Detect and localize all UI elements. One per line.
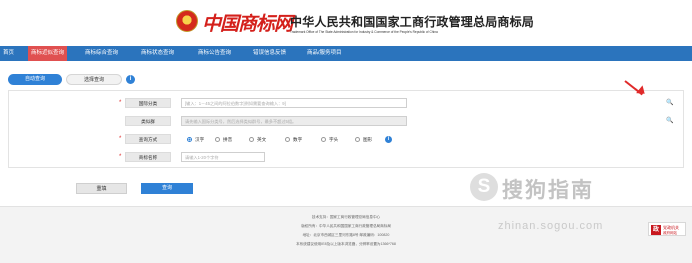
nav-item-home[interactable]: 首页 <box>0 46 17 61</box>
form-row-search-method: * 查询方式 汉字 拼音 英文 数字 字头 图形 i <box>9 134 685 146</box>
radio-dot <box>321 137 326 143</box>
watermark-url: zhinan.sogou.com <box>498 220 604 232</box>
radio-dot <box>249 137 254 143</box>
radio-initial[interactable]: 字头 <box>321 135 338 144</box>
site-header: 中国商标网 中华人民共和国国家工商行政管理总局商标局 Trademark Off… <box>0 0 692 46</box>
badge-line2: 政府网站 <box>663 231 677 235</box>
tab-auto-search[interactable]: 自动查询 <box>8 74 62 85</box>
radio-dot <box>215 137 220 143</box>
watermark-brand: 搜狗指南 <box>502 179 594 202</box>
radio-pinyin[interactable]: 拼音 <box>215 135 232 144</box>
radio-number[interactable]: 数字 <box>285 135 302 144</box>
nav-item-comprehensive-search[interactable]: 商标综合查询 <box>82 46 121 61</box>
radio-dot <box>285 137 290 143</box>
similar-group-input[interactable]: 请先输入国际分类号，然后选择类似群号，最多不超过5组。 <box>181 116 407 126</box>
search-icon[interactable]: 🔍 <box>666 117 673 124</box>
radio-dot <box>187 137 192 143</box>
nav-item-similar-search[interactable]: 商标近似查询 <box>28 46 68 61</box>
query-button[interactable]: 查询 <box>141 183 193 194</box>
radio-hanzi[interactable]: 汉字 <box>187 135 204 144</box>
form-row-similar-group: 类似群 请先输入国际分类号，然后选择类似群号，最多不超过5组。 🔍 <box>9 116 685 128</box>
radio-english[interactable]: 英文 <box>249 135 266 144</box>
site-logo[interactable]: 中国商标网 <box>202 9 293 36</box>
main-nav: 首页 商标近似查询 商标综合查询 商标状态查询 商标公告查询 错误信息反馈 商品… <box>0 46 692 61</box>
search-form: * 国际分类 [输入：1－45之间的阿拉伯数字]例如需要查询输入：9] 🔍 类似… <box>8 90 684 168</box>
reset-button[interactable]: 重填 <box>76 183 127 194</box>
radio-dot <box>355 137 360 143</box>
intl-class-input[interactable]: [输入：1－45之间的阿拉伯数字]例如需要查询输入：9] <box>181 98 407 108</box>
search-icon[interactable]: 🔍 <box>666 99 673 106</box>
org-title: 中华人民共和国国家工商行政管理总局商标局 <box>290 15 535 29</box>
required-mark: * <box>119 154 122 160</box>
label-search-method: 查询方式 <box>125 134 171 144</box>
gov-site-badge[interactable]: 政 党政机关 政府网站 <box>648 222 686 236</box>
footer-address: 地址：北京市西城区三里河东路8号 邮政编码：100820 <box>302 233 390 237</box>
nav-item-error-feedback[interactable]: 错误信息反馈 <box>250 46 289 61</box>
info-icon[interactable]: i <box>126 75 135 84</box>
trademark-name-input[interactable]: 请输入1-20个字符 <box>181 152 265 162</box>
sogou-logo-icon: S <box>470 173 498 201</box>
info-icon[interactable]: i <box>385 136 392 143</box>
label-intl-class: 国际分类 <box>125 98 171 108</box>
required-mark: * <box>119 100 122 106</box>
gov-badge-icon: 政 <box>651 225 661 235</box>
site-footer: 技术支持：国家工商行政管理总局信息中心 版权所有：中华人民共和国国家工商行政管理… <box>0 206 692 263</box>
national-emblem-icon <box>176 10 198 32</box>
label-similar-group: 类似群 <box>125 116 171 126</box>
org-subtitle: Trademark Office of The State Administra… <box>290 30 438 34</box>
form-row-trademark-name: * 商标名称 请输入1-20个字符 <box>9 152 685 164</box>
label-trademark-name: 商标名称 <box>125 152 171 162</box>
required-mark: * <box>119 136 122 142</box>
nav-item-announcement-search[interactable]: 商标公告查询 <box>195 46 234 61</box>
tab-select-search[interactable]: 选择查询 <box>66 74 122 85</box>
form-row-intl-class: * 国际分类 [输入：1－45之间的阿拉伯数字]例如需要查询输入：9] 🔍 <box>9 98 685 110</box>
radio-graphic[interactable]: 图形 <box>355 135 372 144</box>
nav-item-status-search[interactable]: 商标状态查询 <box>138 46 177 61</box>
footer-browser-note: 本系统建议使用IE8及以上版本浏览器，分辨率设置为1366*768 <box>296 242 396 246</box>
nav-item-goods-services[interactable]: 商品/服务项目 <box>304 46 345 61</box>
